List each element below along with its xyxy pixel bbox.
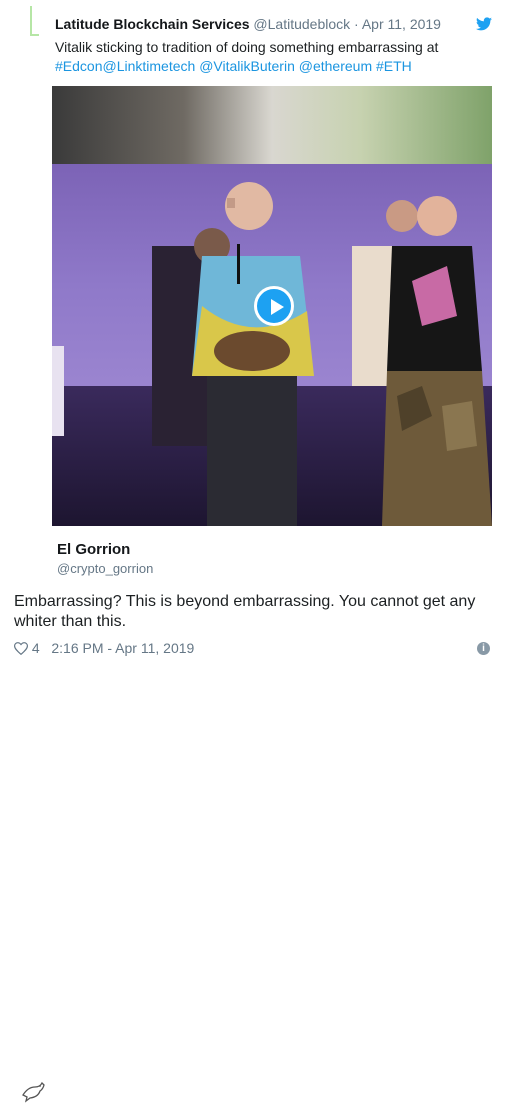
quoted-date[interactable]: Apr 11, 2019 [362, 16, 441, 32]
reply-author-name[interactable]: El Gorrion [57, 541, 130, 558]
like-count[interactable]: 4 [32, 640, 40, 656]
heart-icon[interactable] [14, 642, 28, 655]
quoted-text-body: Vitalik sticking to tradition of doing s… [55, 39, 439, 55]
thread-connector [30, 34, 39, 36]
play-icon[interactable] [254, 286, 294, 326]
info-icon[interactable]: i [477, 642, 490, 655]
quoted-author-handle[interactable]: @Latitudeblock [253, 16, 350, 32]
quoted-tweet[interactable]: Latitude Blockchain Services @Latitudebl… [0, 0, 508, 532]
hashtag-edcon[interactable]: #Edcon [55, 58, 102, 74]
reply-footer: 4 2:16 PM - Apr 11, 2019 [14, 640, 194, 656]
quoted-author-name[interactable]: Latitude Blockchain Services [55, 16, 250, 32]
video-thumbnail[interactable] [52, 86, 492, 526]
thread-line [30, 6, 32, 36]
reply-author-handle[interactable]: @crypto_gorrion [57, 561, 153, 576]
mention-vitalikbuterin[interactable]: @VitalikButerin [199, 58, 295, 74]
quoted-author-line: Latitude Blockchain Services @Latitudebl… [55, 16, 441, 32]
reply-text: Embarrassing? This is beyond embarrassin… [14, 593, 476, 630]
mention-linktimetech[interactable]: @Linktimetech [102, 58, 195, 74]
quoted-tweet-text: Vitalik sticking to tradition of doing s… [55, 38, 455, 76]
reply-timestamp[interactable]: 2:16 PM - Apr 11, 2019 [51, 640, 194, 656]
twitter-bird-icon[interactable] [476, 17, 492, 31]
hashtag-eth[interactable]: #ETH [376, 58, 412, 74]
avatar-bird-icon[interactable] [20, 1077, 46, 1103]
mention-ethereum[interactable]: @ethereum [299, 58, 372, 74]
separator-dot: · [354, 16, 359, 32]
